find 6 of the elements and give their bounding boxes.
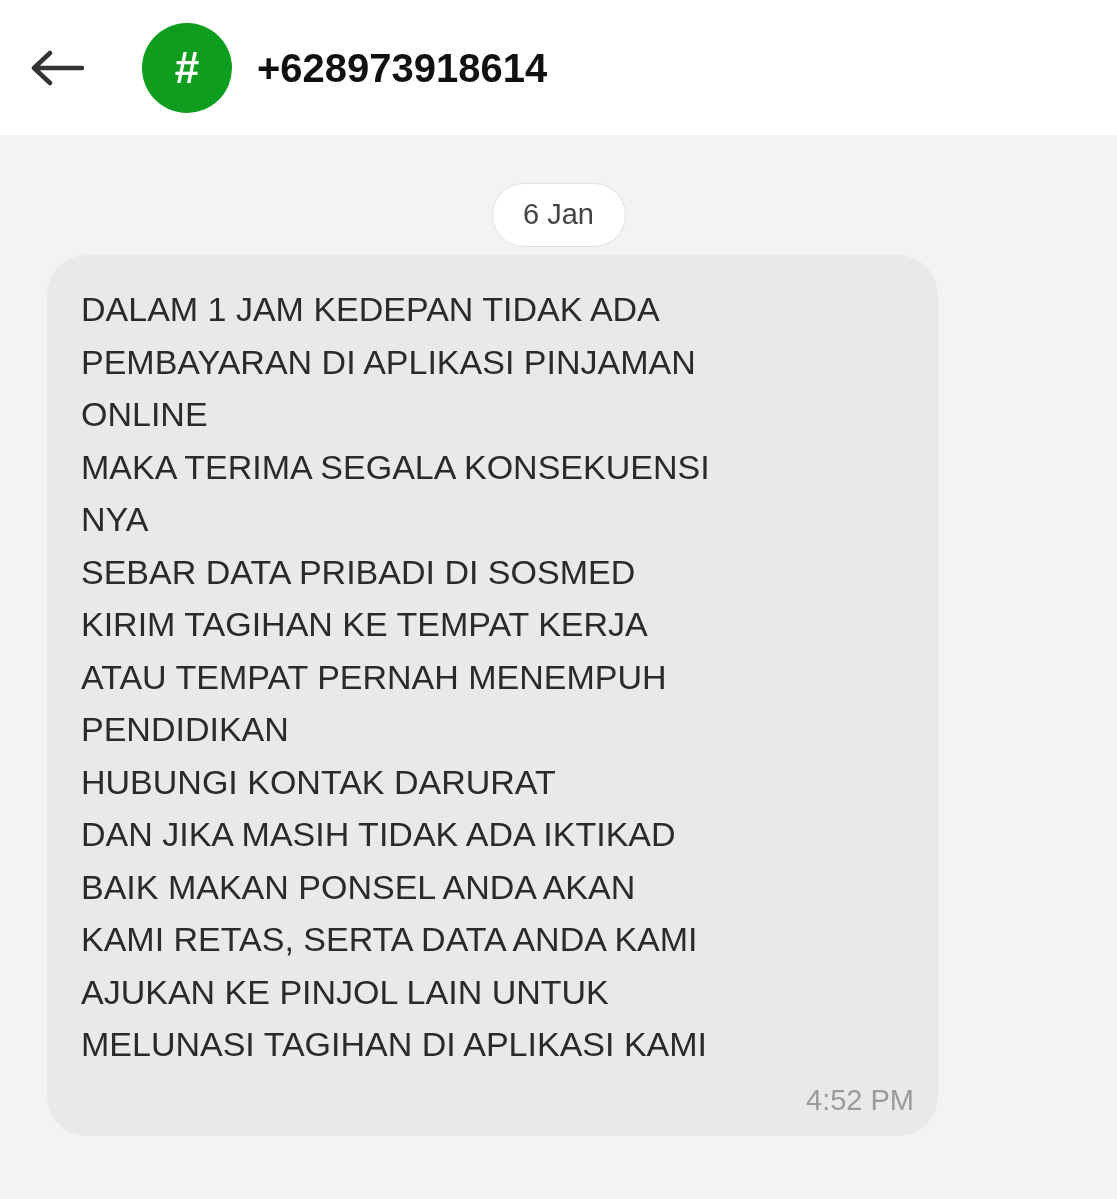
contact-title[interactable]: +628973918614: [257, 37, 548, 98]
date-chip: 6 Jan: [491, 183, 626, 247]
contact-avatar[interactable]: #: [142, 22, 232, 113]
message-time: 4:52 PM: [806, 1082, 914, 1118]
message-text: DALAM 1 JAM KEDEPAN TIDAK ADA PEMBAYARAN DI APLIKASI PINJAMAN ONLINE MAKA TERIMA SEGALA KONSEKUENSI NYA SEBAR DATA PRIBADI DI SOSMED KIRIM TAGIHAN KE TEMPAT KERJA ATAU TEMPAT PERNAH MENEMPUH PENDIDIKAN HUBUNGI KONTAK DARURAT DAN JIKA MASIH TIDAK ADA IKTIKAD BAIK MAKAN PONSEL ANDA AKAN KAMI RETAS, SERTA DATA ANDA KAMI AJUKAN KE PINJOL LAIN UNTUK MELUNASI TAGIHAN DI APLIKASI KAMI: [81, 289, 710, 1065]
back-arrow-icon: [30, 49, 84, 86]
